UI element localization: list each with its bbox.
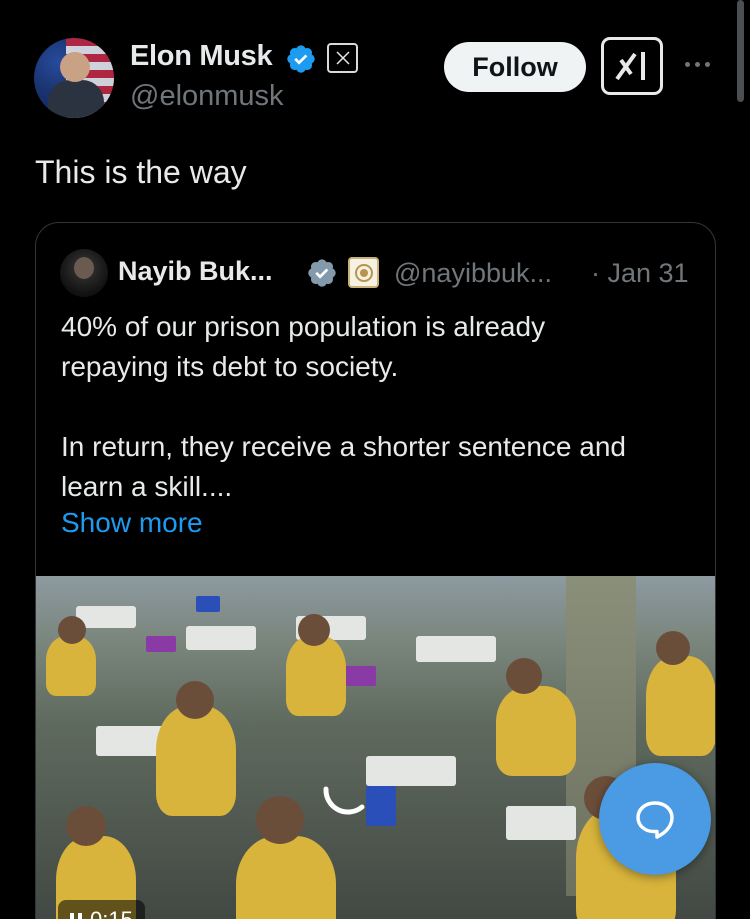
seal-icon: [354, 263, 373, 282]
video-scene-machine: [366, 756, 456, 786]
quoted-text-line: In return, they receive a shorter senten…: [61, 431, 626, 462]
video-time: 0:15: [90, 907, 133, 919]
quoted-text-line: learn a skill....: [61, 471, 233, 502]
spinner-icon: [323, 786, 365, 815]
author-handle[interactable]: @elonmusk: [130, 80, 284, 113]
video-scene-worker: [236, 836, 336, 919]
video-scene-object: [196, 596, 220, 612]
video-scene-cloth: [146, 636, 176, 652]
avatar-person-body: [48, 80, 104, 118]
video-scene-worker-head: [298, 614, 330, 646]
video-scene-worker: [496, 686, 576, 776]
video-scene-worker: [156, 706, 236, 816]
video-scene-worker-head: [506, 658, 542, 694]
quoted-text-line: 40% of our prison population is already: [61, 311, 546, 342]
dot: [694, 61, 700, 67]
pause-icon[interactable]: [70, 913, 82, 919]
quoted-tweet-video[interactable]: 0:15: [36, 576, 715, 919]
video-scene-machine: [506, 806, 576, 840]
author-name[interactable]: Elon Musk: [130, 40, 273, 73]
follow-button[interactable]: Follow: [444, 42, 586, 92]
pause-bar: [70, 913, 74, 919]
reply-fab-button[interactable]: [599, 763, 711, 875]
video-scene-worker-head: [256, 796, 304, 844]
x-logo-icon: [335, 51, 350, 65]
video-scene-worker-head: [66, 806, 106, 846]
quoted-tweet-text: 40% of our prison population is already …: [61, 307, 701, 507]
show-more-link[interactable]: Show more: [61, 507, 203, 539]
video-scene-worker-head: [176, 681, 214, 719]
dot: [704, 61, 710, 67]
grok-logo-icon: [615, 52, 645, 81]
video-scene-worker-head: [656, 631, 690, 665]
verified-check-icon: [287, 45, 315, 73]
quoted-author-avatar[interactable]: [60, 249, 108, 297]
more-dots-icon[interactable]: [680, 54, 714, 74]
video-scene-worker: [286, 636, 346, 716]
x-affiliate-badge-icon[interactable]: [327, 43, 358, 73]
quoted-tweet-date[interactable]: · Jan 31: [591, 258, 689, 289]
video-scene-machine: [416, 636, 496, 662]
quoted-author-handle[interactable]: @nayibbuk...: [394, 258, 552, 289]
verified-check-icon: [308, 259, 336, 287]
video-scene-worker-head: [58, 616, 86, 644]
reply-bubble-icon: [636, 801, 674, 839]
quoted-author-name[interactable]: Nayib Buk...: [118, 256, 273, 287]
government-seal-badge-icon[interactable]: [348, 257, 379, 288]
dot: [684, 61, 690, 67]
video-scene-worker: [46, 636, 96, 696]
pause-bar: [78, 913, 82, 919]
video-time-overlay[interactable]: 0:15: [58, 900, 145, 919]
grok-icon[interactable]: [601, 37, 663, 95]
author-avatar[interactable]: [34, 38, 114, 118]
video-scene-worker: [646, 656, 715, 756]
quoted-text-line: repaying its debt to society.: [61, 351, 399, 382]
tweet-text: This is the way: [35, 154, 247, 190]
avatar-person-head: [60, 52, 90, 82]
scrollbar[interactable]: [737, 0, 744, 102]
video-scene-machine: [186, 626, 256, 650]
